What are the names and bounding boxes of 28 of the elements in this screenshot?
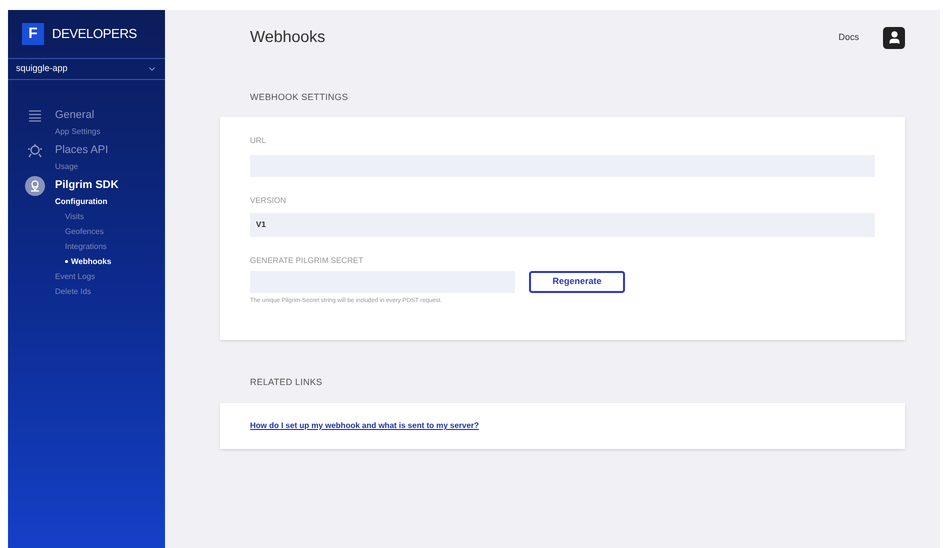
app-selector[interactable]: squiggle-app <box>8 58 165 80</box>
sidebar-item[interactable]: General <box>55 106 100 124</box>
sidebar-subitem[interactable]: Configuration <box>55 194 119 209</box>
pin-icon <box>25 176 45 196</box>
version-label: VERSION <box>250 194 288 206</box>
sidebar-subitem[interactable]: Visits <box>65 209 119 224</box>
section-heading: RELATED LINKS <box>250 376 324 388</box>
page-title: Webhooks <box>250 28 326 48</box>
url-label: URL <box>250 134 268 146</box>
sidebar-subitem[interactable]: Event Logs <box>55 269 119 284</box>
bullet-icon <box>65 260 68 263</box>
sidebar-item[interactable]: Places API <box>55 141 108 159</box>
sidebar-subitem[interactable]: Usage <box>55 159 108 174</box>
docs-link[interactable]: Docs <box>838 30 859 44</box>
sidebar-subitem[interactable]: Geofences <box>65 224 119 239</box>
regenerate-button[interactable]: Regenerate <box>529 270 625 292</box>
logo-icon: F <box>22 23 44 45</box>
sidebar-subitem[interactable]: Webhooks <box>65 254 119 269</box>
version-select[interactable]: V1 <box>250 212 875 236</box>
help-link[interactable]: How do I set up my webhook and what is sent to my server? <box>250 420 875 432</box>
secret-label: GENERATE PILGRIM SECRET <box>250 254 364 266</box>
profile-icon[interactable] <box>883 26 905 48</box>
sidebar-subitem[interactable]: Integrations <box>65 239 119 254</box>
sidebar-subitem[interactable]: App Settings <box>55 124 100 139</box>
sidebar-item[interactable]: Pilgrim SDK <box>55 176 119 194</box>
sidebar-subitem[interactable]: Delete Ids <box>55 284 119 299</box>
section-heading: WEBHOOK SETTINGS <box>250 91 350 104</box>
brand-name: DEVELOPERS <box>52 25 137 44</box>
